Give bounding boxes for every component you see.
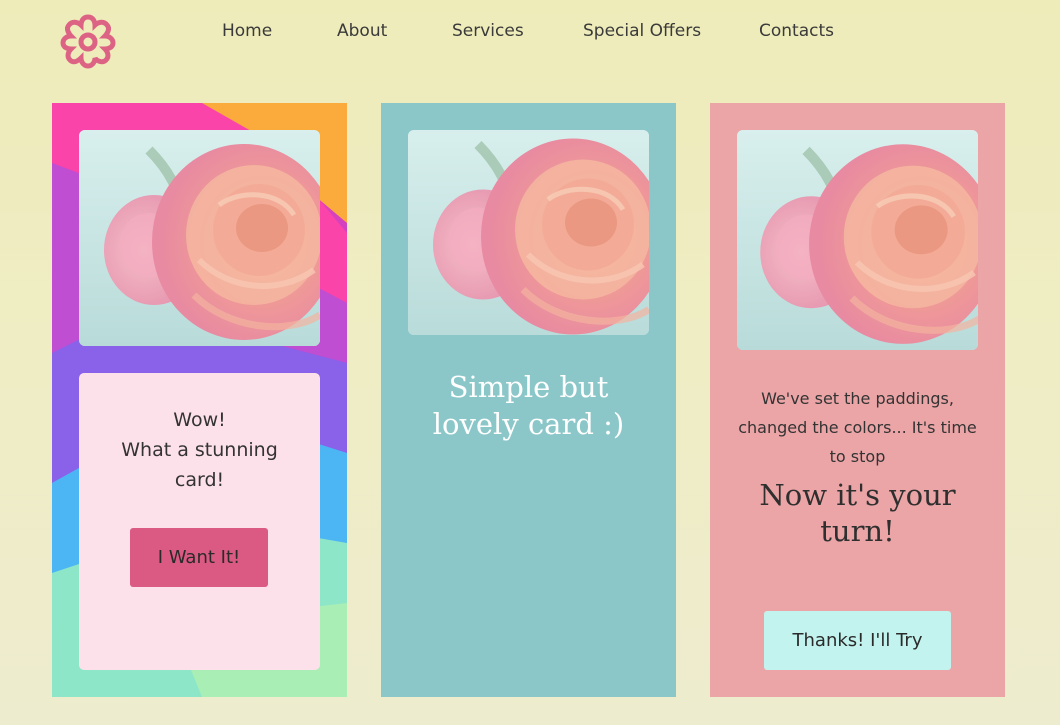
card3-title: Now it's your turn! (759, 478, 956, 548)
nav-about[interactable]: About (337, 21, 387, 41)
card2-title: Simple but lovely card :) (381, 369, 676, 443)
card1-text-line1: Wow! (173, 409, 226, 431)
card-simple: Simple but lovely card :) (381, 103, 676, 697)
nav-home[interactable]: Home (222, 21, 272, 41)
i-want-it-button[interactable]: I Want It! (130, 528, 268, 587)
card2-title-line1: Simple but (448, 370, 609, 404)
nav-contacts[interactable]: Contacts (759, 21, 834, 41)
card1-text: Wow! What a stunning card! (79, 405, 320, 495)
card-your-turn: We've set the paddings, changed the colo… (710, 103, 1005, 697)
card3-flower-image (737, 130, 978, 350)
logo-flower-icon[interactable] (59, 11, 117, 69)
card1-flower-image (79, 130, 320, 346)
card1-content-box: Wow! What a stunning card! I Want It! (79, 373, 320, 670)
card1-text-line2: What a stunning card! (121, 439, 278, 491)
card3-description: We've set the paddings, changed the colo… (738, 389, 977, 466)
nav-special-offers[interactable]: Special Offers (583, 21, 701, 41)
card2-flower-image (408, 130, 649, 335)
nav-services[interactable]: Services (452, 21, 524, 41)
card-stunning: Wow! What a stunning card! I Want It! (52, 103, 347, 697)
card2-title-line2: lovely card :) (432, 407, 625, 441)
thanks-ill-try-button[interactable]: Thanks! I'll Try (764, 611, 951, 670)
